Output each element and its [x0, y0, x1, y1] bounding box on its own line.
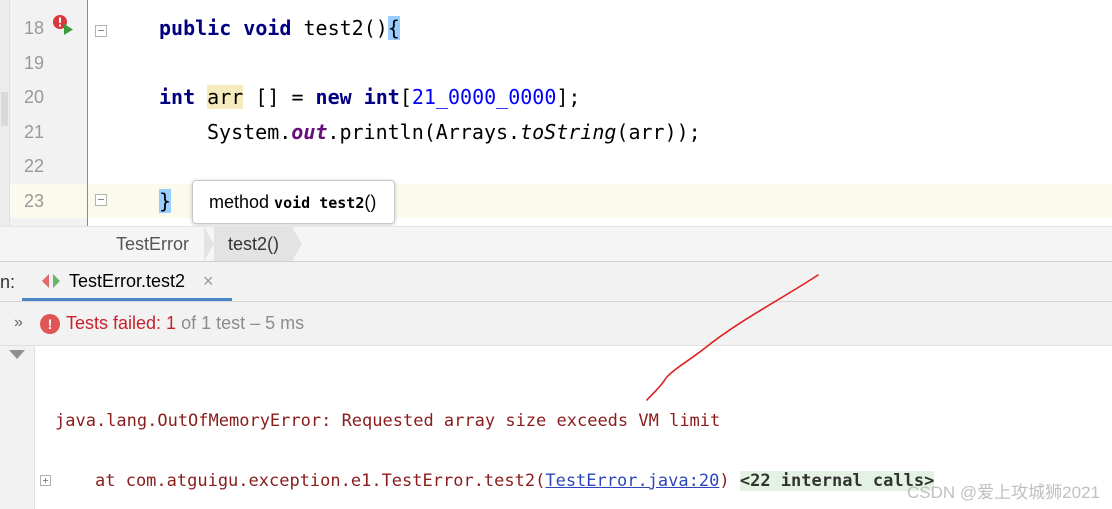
breadcrumb-separator [204, 227, 214, 261]
keyword: public [159, 16, 232, 40]
stack-trace-line: at com.atguigu.exception.e1.TestError.te… [95, 468, 935, 494]
code-editor[interactable]: 18 19 20 21 22 23 public void test2(){ i… [0, 0, 1112, 226]
trace-text: at com.atguigu.exception.e1.TestError.te… [95, 471, 546, 491]
code-text: (arr)); [616, 120, 701, 144]
line-number: 21 [23, 122, 44, 142]
tooltip-signature: void test2 [274, 194, 365, 212]
code-line-21[interactable]: System.out.println(Arrays.toString(arr))… [207, 115, 701, 149]
keyword: int [159, 85, 196, 109]
keyword: new [315, 85, 352, 109]
brace-match: { [387, 16, 400, 40]
run-label: n: [0, 272, 16, 292]
status-summary: of 1 test – 5 ms [176, 313, 305, 333]
fold-icon[interactable] [95, 194, 107, 206]
current-line-highlight [10, 184, 1112, 218]
watermark: CSDN @爱上攻城狮2021 [907, 483, 1100, 502]
error-message: java.lang.OutOfMemoryError: Requested ar… [55, 411, 721, 431]
line-number: 18 [23, 18, 44, 38]
keyword: int [363, 85, 400, 109]
internal-calls-fold[interactable]: <22 internal calls> [739, 471, 935, 491]
static-field: out [291, 120, 328, 144]
breadcrumb-item-class[interactable]: TestError [116, 227, 189, 261]
expand-icon[interactable] [40, 475, 51, 486]
line-number: 23 [23, 191, 44, 211]
line-number: 19 [23, 53, 44, 73]
tab-active-underline [22, 298, 232, 301]
breadcrumb-separator [292, 227, 302, 261]
method-tooltip: method void test2() [192, 180, 395, 224]
error-icon: ! [40, 314, 60, 334]
console-gutter [0, 346, 35, 509]
editor-left-strip [0, 0, 10, 226]
code-text: .println(Arrays. [327, 120, 521, 144]
line-number: 20 [23, 87, 44, 107]
brace-match: } [159, 189, 172, 213]
scroll-marker [1, 92, 8, 126]
variable-highlight: arr [207, 85, 244, 109]
close-icon[interactable]: × [203, 262, 214, 300]
run-test-failed-icon[interactable] [52, 14, 74, 36]
tooltip-suffix: () [364, 192, 377, 212]
static-method: toString [520, 120, 617, 144]
collapse-icon[interactable] [9, 350, 25, 359]
tab-test-run[interactable]: TestError.test2 × [22, 262, 232, 301]
method-name: test2() [291, 16, 388, 40]
keyword: void [243, 16, 292, 40]
test-status-bar: » ! Tests failed: 1 of 1 test – 5 ms [0, 302, 1112, 346]
code-text: System. [207, 120, 292, 144]
status-failed-label: Tests failed: [66, 313, 167, 333]
gutter-divider [87, 0, 88, 226]
expand-toolbar-icon[interactable]: » [14, 302, 23, 344]
run-tool-window-header: n: TestError.test2 × [0, 262, 1112, 302]
source-link[interactable]: TestError.java:20 [545, 471, 719, 491]
breadcrumb: TestError test2() [0, 226, 1112, 262]
line-number: 22 [23, 156, 44, 176]
status-failed-count: 1 [166, 313, 177, 333]
tooltip-prefix: method [209, 192, 275, 212]
code-line-20[interactable]: int arr [] = new int[21_0000_0000]; [159, 80, 580, 114]
fold-icon[interactable] [95, 25, 107, 37]
number-literal: 21_0000_0000 [411, 85, 557, 109]
test-tab-icon [42, 274, 60, 288]
code-line-23[interactable]: } [159, 184, 172, 218]
breadcrumb-item-method[interactable]: test2() [228, 227, 279, 261]
code-text: ]; [556, 85, 581, 109]
code-text: [ [399, 85, 412, 109]
test-status-text: Tests failed: 1 of 1 test – 5 ms [66, 302, 304, 344]
trace-text: ) [719, 471, 730, 491]
code-line-18[interactable]: public void test2(){ [159, 11, 400, 45]
code-text: [] = [243, 85, 316, 109]
tab-title: TestError.test2 [69, 271, 186, 291]
